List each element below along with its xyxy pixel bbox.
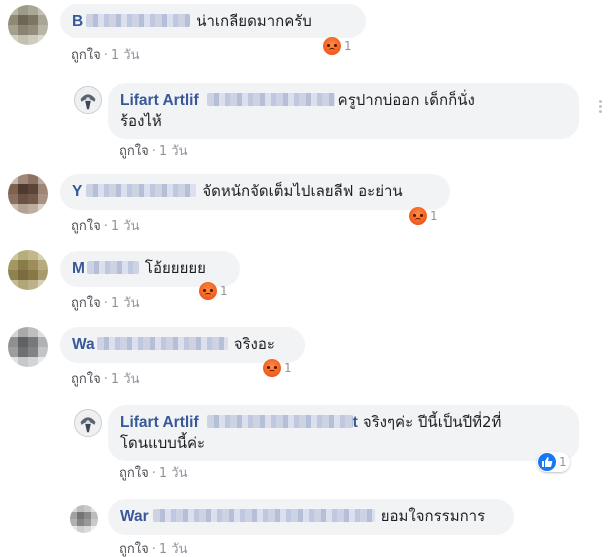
reaction-summary[interactable]: 1 xyxy=(537,452,570,472)
avatar-commenter-3[interactable] xyxy=(8,174,48,214)
reaction-count: 1 xyxy=(559,455,567,469)
comment-text-line-2: โดนแบบนี้ค่ะ xyxy=(120,434,206,452)
like-link[interactable]: ถูกใจ xyxy=(71,372,101,387)
comment-bubble-6: Lifart Artlif t จริงๆค่ะ ปีนี้เป็นปีที่2ที… xyxy=(108,405,579,461)
redacted-name xyxy=(152,509,375,522)
timestamp[interactable]: 1 วัน xyxy=(111,219,140,234)
like-link[interactable]: ถูกใจ xyxy=(119,542,149,557)
profile-illustration-icon xyxy=(75,410,101,436)
redacted-name xyxy=(86,261,139,274)
redacted-name xyxy=(206,93,335,106)
avatar-lifart[interactable] xyxy=(74,86,102,114)
comment-text: จริงๆค่ะ ปีนี้เป็นปีที่2ที่ xyxy=(362,413,502,431)
comment-text: ยอมใจกรรมการ xyxy=(380,507,486,525)
redacted-name xyxy=(86,184,197,197)
comment-actions: ถูกใจ · 1 วัน xyxy=(71,219,140,234)
reaction-count: 1 xyxy=(430,209,438,223)
comment-text: โอ้ยยยยย xyxy=(144,259,206,277)
comment-bubble-2: Lifart Artlif ครูปากบ่ออก เด็กก็นั่ง ร้อง… xyxy=(108,83,579,139)
reaction-summary[interactable]: 1 xyxy=(263,358,292,378)
comment-bubble-1: B น่าเกลียดมากครับ xyxy=(60,4,366,38)
redacted-name xyxy=(86,14,191,27)
timestamp[interactable]: 1 วัน xyxy=(111,372,140,387)
like-reaction-icon xyxy=(538,453,556,471)
timestamp[interactable]: 1 วัน xyxy=(159,144,188,159)
reaction-summary[interactable]: 1 xyxy=(199,281,228,301)
reaction-count: 1 xyxy=(344,39,352,53)
comment-actions: ถูกใจ · 1 วัน xyxy=(71,48,140,63)
timestamp[interactable]: 1 วัน xyxy=(111,296,140,311)
commenter-name[interactable]: Y xyxy=(72,183,82,200)
commenter-name[interactable]: M xyxy=(72,260,85,277)
redacted-name xyxy=(206,415,353,428)
comment-actions: ถูกใจ · 1 วัน xyxy=(119,144,188,159)
comment-text-line-2: ร้องไห้ xyxy=(120,112,162,130)
profile-illustration-icon xyxy=(75,87,101,113)
angry-reaction-icon xyxy=(199,282,217,300)
angry-reaction-icon xyxy=(323,37,341,55)
comment-actions: ถูกใจ · 1 วัน xyxy=(119,542,188,557)
reaction-count: 1 xyxy=(220,284,228,298)
like-link[interactable]: ถูกใจ xyxy=(71,48,101,63)
comment-actions: ถูกใจ · 1 วัน xyxy=(119,466,188,481)
avatar-commenter-1[interactable] xyxy=(8,5,48,45)
more-options-icon[interactable] xyxy=(599,100,603,114)
timestamp[interactable]: 1 วัน xyxy=(111,48,140,63)
comment-text: จัดหนักจัดเต็มไปเลยลีฟ อะย่าน xyxy=(202,182,403,200)
reaction-summary[interactable]: 1 xyxy=(323,36,352,56)
comment-actions: ถูกใจ · 1 วัน xyxy=(71,372,140,387)
avatar-commenter-4[interactable] xyxy=(8,250,48,290)
reaction-count: 1 xyxy=(284,361,292,375)
avatar-commenter-5[interactable] xyxy=(8,327,48,367)
like-link[interactable]: ถูกใจ xyxy=(119,466,149,481)
comment-text: ครูปากบ่ออก เด็กก็นั่ง xyxy=(337,91,475,109)
like-link[interactable]: ถูกใจ xyxy=(71,219,101,234)
commenter-name[interactable]: War xyxy=(120,508,149,525)
angry-reaction-icon xyxy=(409,207,427,225)
avatar-commenter-7[interactable] xyxy=(70,505,98,533)
redacted-name xyxy=(96,337,228,350)
timestamp[interactable]: 1 วัน xyxy=(159,466,188,481)
like-link[interactable]: ถูกใจ xyxy=(119,144,149,159)
reaction-summary[interactable]: 1 xyxy=(409,206,438,226)
avatar-lifart[interactable] xyxy=(74,409,102,437)
like-link[interactable]: ถูกใจ xyxy=(71,296,101,311)
comment-bubble-7: War ยอมใจกรรมการ xyxy=(108,499,514,535)
comment-text: จริงอะ xyxy=(233,335,275,353)
commenter-name[interactable]: Lifart Artlif xyxy=(120,92,199,109)
comment-bubble-3: Y จัดหนักจัดเต็มไปเลยลีฟ อะย่าน xyxy=(60,174,450,210)
comment-text: น่าเกลียดมากครับ xyxy=(196,12,312,30)
comment-actions: ถูกใจ · 1 วัน xyxy=(71,296,140,311)
angry-reaction-icon xyxy=(263,359,281,377)
commenter-name[interactable]: Wa xyxy=(72,336,95,353)
timestamp[interactable]: 1 วัน xyxy=(159,542,188,557)
commenter-name[interactable]: B xyxy=(72,13,83,30)
commenter-name-tail: t xyxy=(352,414,358,431)
commenter-name[interactable]: Lifart Artlif xyxy=(120,414,199,431)
